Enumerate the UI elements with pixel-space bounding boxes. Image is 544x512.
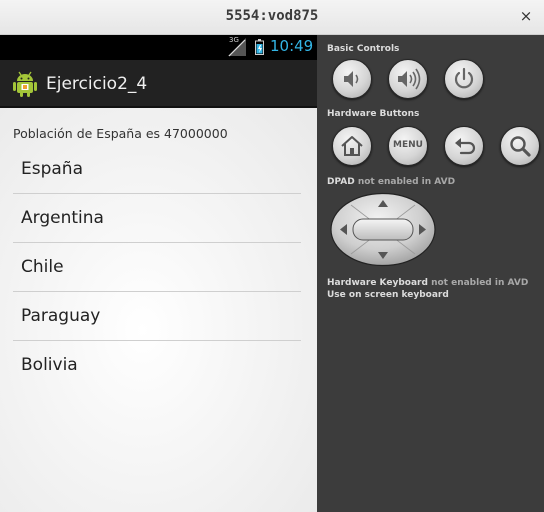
action-bar: Ejercicio2_4	[0, 60, 317, 108]
dpad-control[interactable]	[329, 192, 437, 267]
status-bar: 3G 10:49	[0, 35, 317, 60]
signal-icon	[228, 38, 246, 57]
back-icon	[455, 138, 476, 155]
back-button[interactable]	[444, 126, 484, 166]
basic-controls-label: Basic Controls	[327, 44, 400, 54]
volume-down-icon	[344, 71, 359, 87]
controls-panel: Basic Controls Hardware Buttons MENU DPA…	[317, 35, 544, 512]
search-button[interactable]	[500, 126, 540, 166]
home-button[interactable]	[332, 126, 372, 166]
list-item[interactable]: España	[13, 145, 301, 194]
power-icon	[454, 67, 474, 89]
keyboard-note: not enabled in AVD	[431, 278, 529, 288]
app-content: Población de España es 47000000 España A…	[0, 108, 317, 512]
search-icon	[510, 136, 531, 157]
dpad-label-text: DPAD	[327, 177, 355, 187]
dpad-label: DPAD not enabled in AVD	[327, 177, 455, 187]
dpad-note: not enabled in AVD	[357, 177, 456, 187]
onscreen-keyboard-label[interactable]: Use on screen keyboard	[327, 290, 449, 300]
country-list: España Argentina Chile Paraguay Bolivia	[13, 145, 301, 390]
list-item[interactable]: Chile	[13, 243, 301, 292]
emulator-screen: 3G 10:49 Ejercicio2_4 Población de Españ…	[0, 35, 317, 512]
window-title: 5554:vod875	[225, 8, 319, 24]
battery-icon	[255, 39, 264, 55]
power-button[interactable]	[444, 59, 484, 99]
hardware-keyboard-label: Hardware Keyboard not enabled in AVD	[327, 278, 528, 288]
hardware-buttons-label: Hardware Buttons	[327, 109, 420, 119]
population-text: Población de España es 47000000	[13, 126, 228, 141]
volume-up-icon	[398, 68, 421, 90]
menu-button-label: MENU	[393, 140, 423, 150]
keyboard-label-text: Hardware Keyboard	[327, 278, 428, 288]
volume-down-button[interactable]	[332, 59, 372, 99]
window-titlebar: 5554:vod875 ×	[0, 0, 544, 35]
app-title: Ejercicio2_4	[46, 74, 148, 94]
menu-button[interactable]: MENU	[388, 126, 428, 166]
list-item[interactable]: Argentina	[13, 194, 301, 243]
status-clock: 10:49	[270, 37, 314, 55]
close-icon[interactable]: ×	[517, 7, 535, 25]
android-icon	[13, 71, 37, 97]
home-icon	[341, 136, 363, 156]
list-item[interactable]: Bolivia	[13, 341, 301, 390]
volume-up-button[interactable]	[388, 59, 428, 99]
list-item[interactable]: Paraguay	[13, 292, 301, 341]
